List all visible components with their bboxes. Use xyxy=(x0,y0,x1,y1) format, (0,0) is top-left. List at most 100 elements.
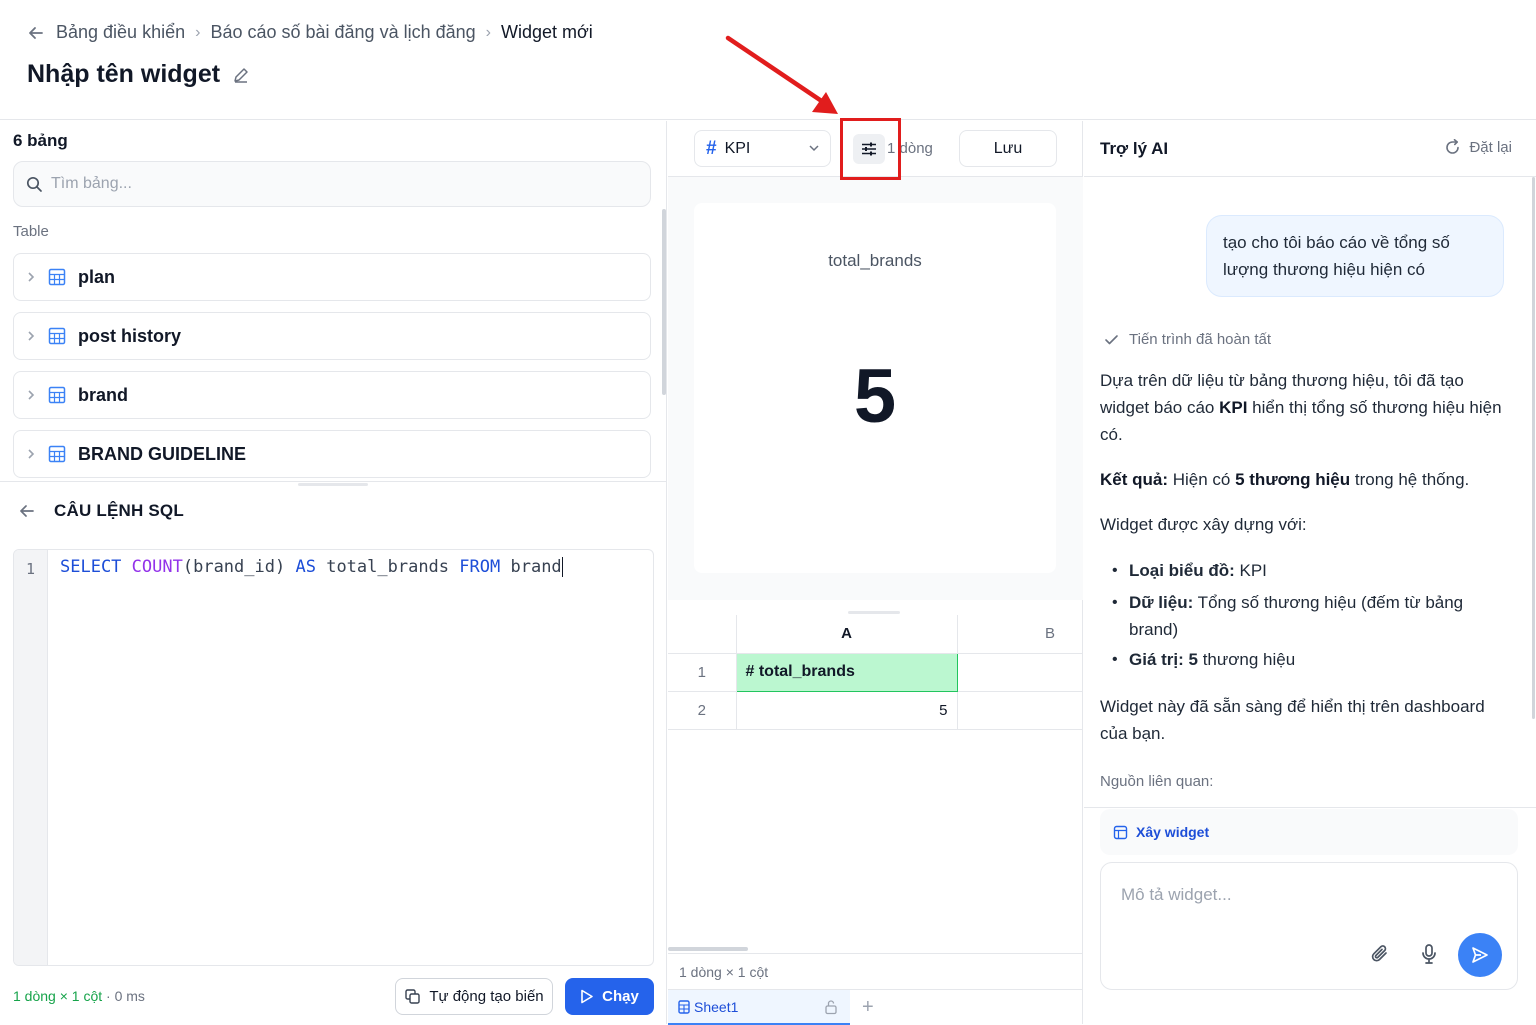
widget-title: Nhập tên widget xyxy=(27,60,250,89)
widget-preview-panel: # KPI 1 dòng Lưu total_brands 5 A B 1 # … xyxy=(668,121,1083,1025)
grid-cell[interactable]: 5 xyxy=(736,691,958,730)
chart-type-value: KPI xyxy=(724,139,751,157)
reply-bold: Giá trị: 5 xyxy=(1129,650,1198,669)
play-icon xyxy=(580,989,594,1004)
sources-label: Nguồn liên quan: xyxy=(1100,773,1214,790)
lock-icon[interactable] xyxy=(824,999,838,1015)
sheet-tab[interactable]: Sheet1 xyxy=(668,990,850,1025)
ai-reply-intro: Widget được xây dựng với: xyxy=(1100,515,1307,534)
section-label: Table xyxy=(13,223,49,240)
kpi-preview-area: total_brands 5 xyxy=(668,177,1083,600)
query-status: 1 dòng × 1 cột · 0 ms xyxy=(13,988,145,1004)
list-item: • Loại biểu đồ: KPI xyxy=(1112,561,1267,580)
table-search[interactable] xyxy=(13,161,651,207)
grid-horizontal-scrollbar[interactable] xyxy=(668,947,748,951)
ai-reply-closing: Widget này đã sẵn sàng để hiển thị trên … xyxy=(1100,697,1485,743)
ai-reply-result: Kết quả: Hiện có 5 thương hiệu trong hệ … xyxy=(1100,466,1510,493)
back-arrow-icon[interactable] xyxy=(26,23,46,43)
grid-header-row: A B xyxy=(668,615,1083,654)
table-grid-icon xyxy=(48,327,66,345)
preview-resize-handle[interactable] xyxy=(848,611,900,614)
table-item-brand-guideline[interactable]: BRAND GUIDELINE xyxy=(13,430,651,478)
reply-bold: KPI xyxy=(1219,398,1248,417)
tables-scrollbar[interactable] xyxy=(662,209,666,395)
row-number: 1 xyxy=(668,653,737,692)
table-name: post history xyxy=(78,325,182,346)
back-arrow-icon[interactable] xyxy=(18,502,36,520)
sql-editor[interactable]: 1 SELECT COUNT(brand_id) AS total_brands… xyxy=(13,549,654,966)
user-message: tạo cho tôi báo cáo về tổng số lượng thư… xyxy=(1206,215,1504,297)
build-widget-chip[interactable]: Xây widget xyxy=(1100,809,1518,855)
table-grid-icon xyxy=(48,268,66,286)
search-icon xyxy=(26,176,43,193)
result-dims: 1 dòng × 1 cột xyxy=(13,988,103,1004)
table-item-brand[interactable]: brand xyxy=(13,371,651,419)
run-button[interactable]: Chạy xyxy=(565,978,654,1015)
chevron-down-icon xyxy=(808,142,820,154)
ai-reply-paragraph: Dựa trên dữ liệu từ bảng thương hiệu, tô… xyxy=(1100,367,1510,448)
auto-variables-button[interactable]: Tự động tạo biến xyxy=(395,978,553,1015)
add-sheet-icon[interactable]: + xyxy=(862,996,874,1019)
reply-bold: 5 thương hiệu xyxy=(1235,470,1351,489)
chevron-right-icon xyxy=(26,270,36,284)
table-search-input[interactable] xyxy=(51,175,631,193)
reset-button[interactable]: Đặt lại xyxy=(1444,139,1512,156)
send-icon xyxy=(1470,945,1490,965)
kpi-value: 5 xyxy=(853,354,897,439)
table-name: brand xyxy=(78,384,129,405)
grid-cell[interactable] xyxy=(957,691,1083,730)
reply-text: thương hiệu xyxy=(1197,650,1296,669)
list-item: • Dữ liệu: Tổng số thương hiệu (đếm từ bả… xyxy=(1112,593,1464,639)
grid-corner xyxy=(668,615,737,654)
column-header-a[interactable]: A xyxy=(736,615,958,654)
refresh-icon xyxy=(1444,139,1461,156)
chevron-right-icon xyxy=(26,329,36,343)
ai-prompt-box xyxy=(1100,862,1518,990)
breadcrumb-report[interactable]: Báo cáo số bài đăng và lịch đăng xyxy=(210,22,475,43)
query-time: · 0 ms xyxy=(106,988,145,1004)
sheet-tab-label: Sheet1 xyxy=(694,998,739,1015)
chat-scrollbar[interactable] xyxy=(1532,177,1535,719)
sql-alias: total_brands xyxy=(326,557,450,577)
sql-table: brand xyxy=(510,557,562,577)
reply-text: trong hệ thống. xyxy=(1350,470,1470,489)
table-row: 1 # total_brands xyxy=(668,652,1083,692)
sql-keyword: SELECT xyxy=(60,557,122,577)
list-item: • Giá trị: 5 thương hiệu xyxy=(1112,650,1296,669)
table-item-plan[interactable]: plan xyxy=(13,253,651,301)
microphone-icon[interactable] xyxy=(1419,943,1439,965)
reply-text: KPI xyxy=(1234,561,1267,580)
save-button[interactable]: Lưu xyxy=(959,130,1057,167)
divider xyxy=(1084,807,1536,808)
tables-panel: 6 bảng Table plan post history brand BRA… xyxy=(0,121,667,1024)
variables-icon xyxy=(404,988,421,1005)
kpi-card: total_brands 5 xyxy=(694,203,1056,573)
chevron-right-icon: › xyxy=(485,23,491,41)
tables-count: 6 bảng xyxy=(13,131,68,150)
sql-code[interactable]: SELECT COUNT(brand_id) AS total_brands F… xyxy=(48,550,563,965)
column-header-b[interactable]: B xyxy=(957,615,1083,654)
widget-description-input[interactable] xyxy=(1121,885,1501,925)
sql-header: CÂU LỆNH SQL xyxy=(0,481,667,539)
reply-text: Hiện có xyxy=(1168,470,1236,489)
chart-type-select[interactable]: # KPI xyxy=(694,130,831,167)
breadcrumb-dashboard[interactable]: Bảng điều khiển xyxy=(56,22,185,43)
widget-title-text[interactable]: Nhập tên widget xyxy=(27,60,220,89)
check-icon xyxy=(1104,332,1119,347)
paperclip-icon[interactable] xyxy=(1369,943,1391,965)
table-name: BRAND GUIDELINE xyxy=(78,443,247,464)
table-item-post-history[interactable]: post history xyxy=(13,312,651,360)
reply-bold: Dữ liệu: xyxy=(1129,593,1194,612)
process-status: Tiến trình đã hoàn tất xyxy=(1104,331,1271,348)
send-button[interactable] xyxy=(1458,933,1502,977)
grid-cell[interactable] xyxy=(957,653,1083,692)
edit-pencil-icon[interactable] xyxy=(232,66,250,84)
grid-cell[interactable]: # total_brands xyxy=(735,652,958,692)
build-widget-label: Xây widget xyxy=(1136,824,1210,840)
reply-bold: Kết quả: xyxy=(1100,470,1168,489)
hash-icon: # xyxy=(706,137,717,159)
table-name: plan xyxy=(78,266,116,287)
panel-resize-handle[interactable] xyxy=(298,483,368,486)
ai-assistant-panel: Trợ lý AI Đặt lại tạo cho tôi báo cáo về… xyxy=(1084,121,1536,1024)
kpi-label: total_brands xyxy=(828,251,922,270)
